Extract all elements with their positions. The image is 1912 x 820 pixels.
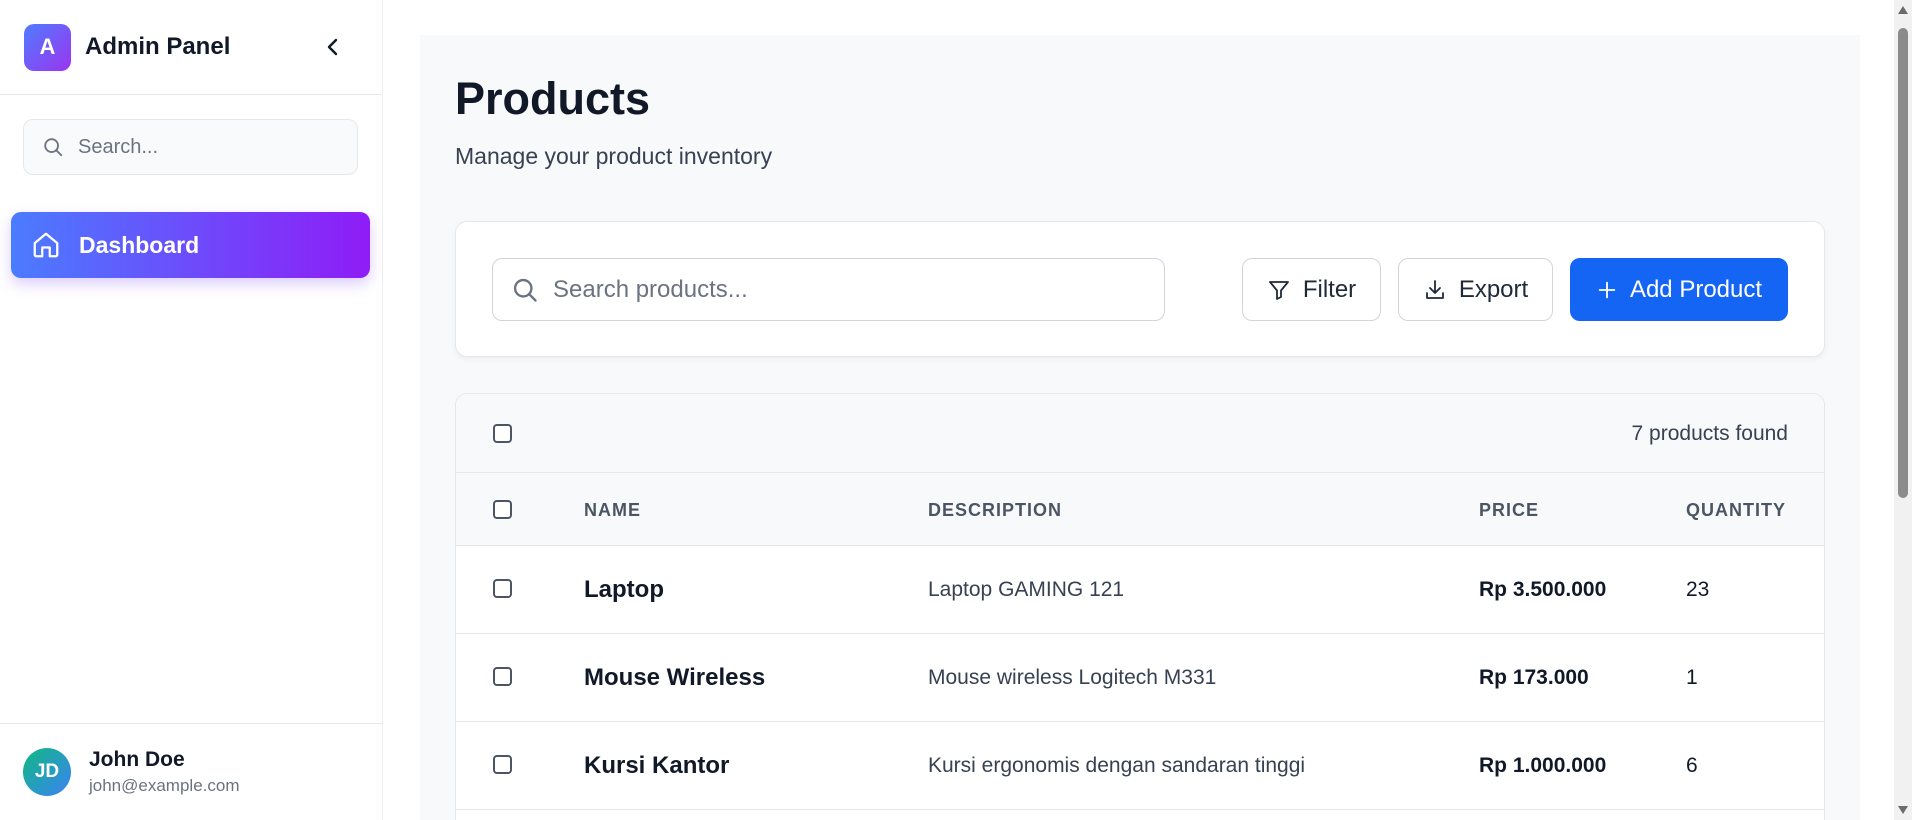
column-header-quantity[interactable]: QUANTITY xyxy=(1686,500,1786,521)
page-subtitle: Manage your product inventory xyxy=(455,143,773,169)
page-title: Products xyxy=(455,73,651,124)
app-title: Admin Panel xyxy=(85,33,231,60)
plus-icon xyxy=(1598,281,1616,298)
product-search[interactable] xyxy=(492,258,1165,321)
app-logo: A xyxy=(24,23,71,71)
table-row[interactable]: Kursi Kantor Kursi ergonomis dengan sand… xyxy=(456,722,1824,810)
page-scrollbar[interactable] xyxy=(1894,0,1912,820)
row-checkbox[interactable] xyxy=(493,755,512,774)
product-quantity: 23 xyxy=(1686,578,1710,601)
search-icon xyxy=(44,138,63,157)
user-profile[interactable]: JD John Doe john@example.com xyxy=(0,723,383,820)
row-checkbox[interactable] xyxy=(493,667,512,686)
column-header-description[interactable]: DESCRIPTION xyxy=(928,500,1062,521)
product-description: Mouse wireless Logitech M331 xyxy=(928,666,1217,689)
results-count: 7 products found xyxy=(1631,422,1788,445)
table-row[interactable]: Mouse Wireless Mouse wireless Logitech M… xyxy=(456,634,1824,722)
filter-button[interactable]: Filter xyxy=(1242,258,1381,321)
product-price: Rp 173.000 xyxy=(1479,666,1589,689)
column-header-price[interactable]: PRICE xyxy=(1479,500,1539,521)
download-icon xyxy=(1425,279,1444,299)
row-checkbox[interactable] xyxy=(493,579,512,598)
chevron-left-icon xyxy=(327,38,338,56)
product-search-input[interactable] xyxy=(553,275,1113,304)
product-name: Kursi Kantor xyxy=(584,752,730,779)
export-button[interactable]: Export xyxy=(1398,258,1553,321)
sidebar-item-dashboard[interactable]: Dashboard xyxy=(11,212,370,278)
app-root: A Admin Panel Dashboard JD Jo xyxy=(0,0,1912,820)
user-name: John Doe xyxy=(89,748,185,771)
scrollbar-thumb[interactable] xyxy=(1898,28,1908,498)
table-header: NAME DESCRIPTION PRICE QUANTITY xyxy=(456,473,1824,546)
export-button-label: Export xyxy=(1458,275,1529,303)
scroll-down-arrow-icon[interactable] xyxy=(1898,806,1908,814)
user-email: john@example.com xyxy=(89,776,240,795)
product-quantity: 1 xyxy=(1686,666,1698,689)
search-icon xyxy=(513,278,537,302)
scroll-up-arrow-icon[interactable] xyxy=(1898,6,1908,14)
product-price: Rp 3.500.000 xyxy=(1479,578,1607,601)
products-table: 7 products found NAME DESCRIPTION PRICE … xyxy=(455,393,1825,820)
home-icon xyxy=(33,232,59,258)
column-header-name[interactable]: NAME xyxy=(584,500,641,521)
sidebar-header: A Admin Panel xyxy=(0,0,382,95)
product-quantity: 6 xyxy=(1686,754,1698,777)
filter-icon xyxy=(1268,280,1289,300)
select-all-checkbox[interactable] xyxy=(493,500,512,519)
product-name: Laptop xyxy=(584,576,664,603)
toolbar-card: Filter Export Add Product xyxy=(455,221,1825,357)
sidebar-item-label: Dashboard xyxy=(79,231,200,258)
avatar: JD xyxy=(23,748,71,796)
sidebar-search[interactable] xyxy=(23,119,358,175)
product-price: Rp 1.000.000 xyxy=(1479,754,1607,777)
add-product-button[interactable]: Add Product xyxy=(1570,258,1788,321)
product-description: Laptop GAMING 121 xyxy=(928,578,1125,601)
sidebar: A Admin Panel Dashboard JD Jo xyxy=(0,0,383,820)
add-product-button-label: Add Product xyxy=(1629,275,1763,303)
bulk-select-checkbox[interactable] xyxy=(493,424,512,443)
product-description: Kursi ergonomis dengan sandaran tinggi xyxy=(928,754,1306,777)
main-content: Products Manage your product inventory F… xyxy=(420,35,1860,820)
user-info: John Doe john@example.com xyxy=(89,748,240,796)
table-row[interactable]: Laptop Laptop GAMING 121 Rp 3.500.000 23 xyxy=(456,546,1824,634)
table-toolbar: 7 products found xyxy=(456,394,1824,473)
product-name: Mouse Wireless xyxy=(584,664,766,691)
filter-button-label: Filter xyxy=(1302,275,1357,303)
collapse-sidebar-button[interactable] xyxy=(320,34,346,60)
sidebar-search-input[interactable] xyxy=(78,135,318,159)
